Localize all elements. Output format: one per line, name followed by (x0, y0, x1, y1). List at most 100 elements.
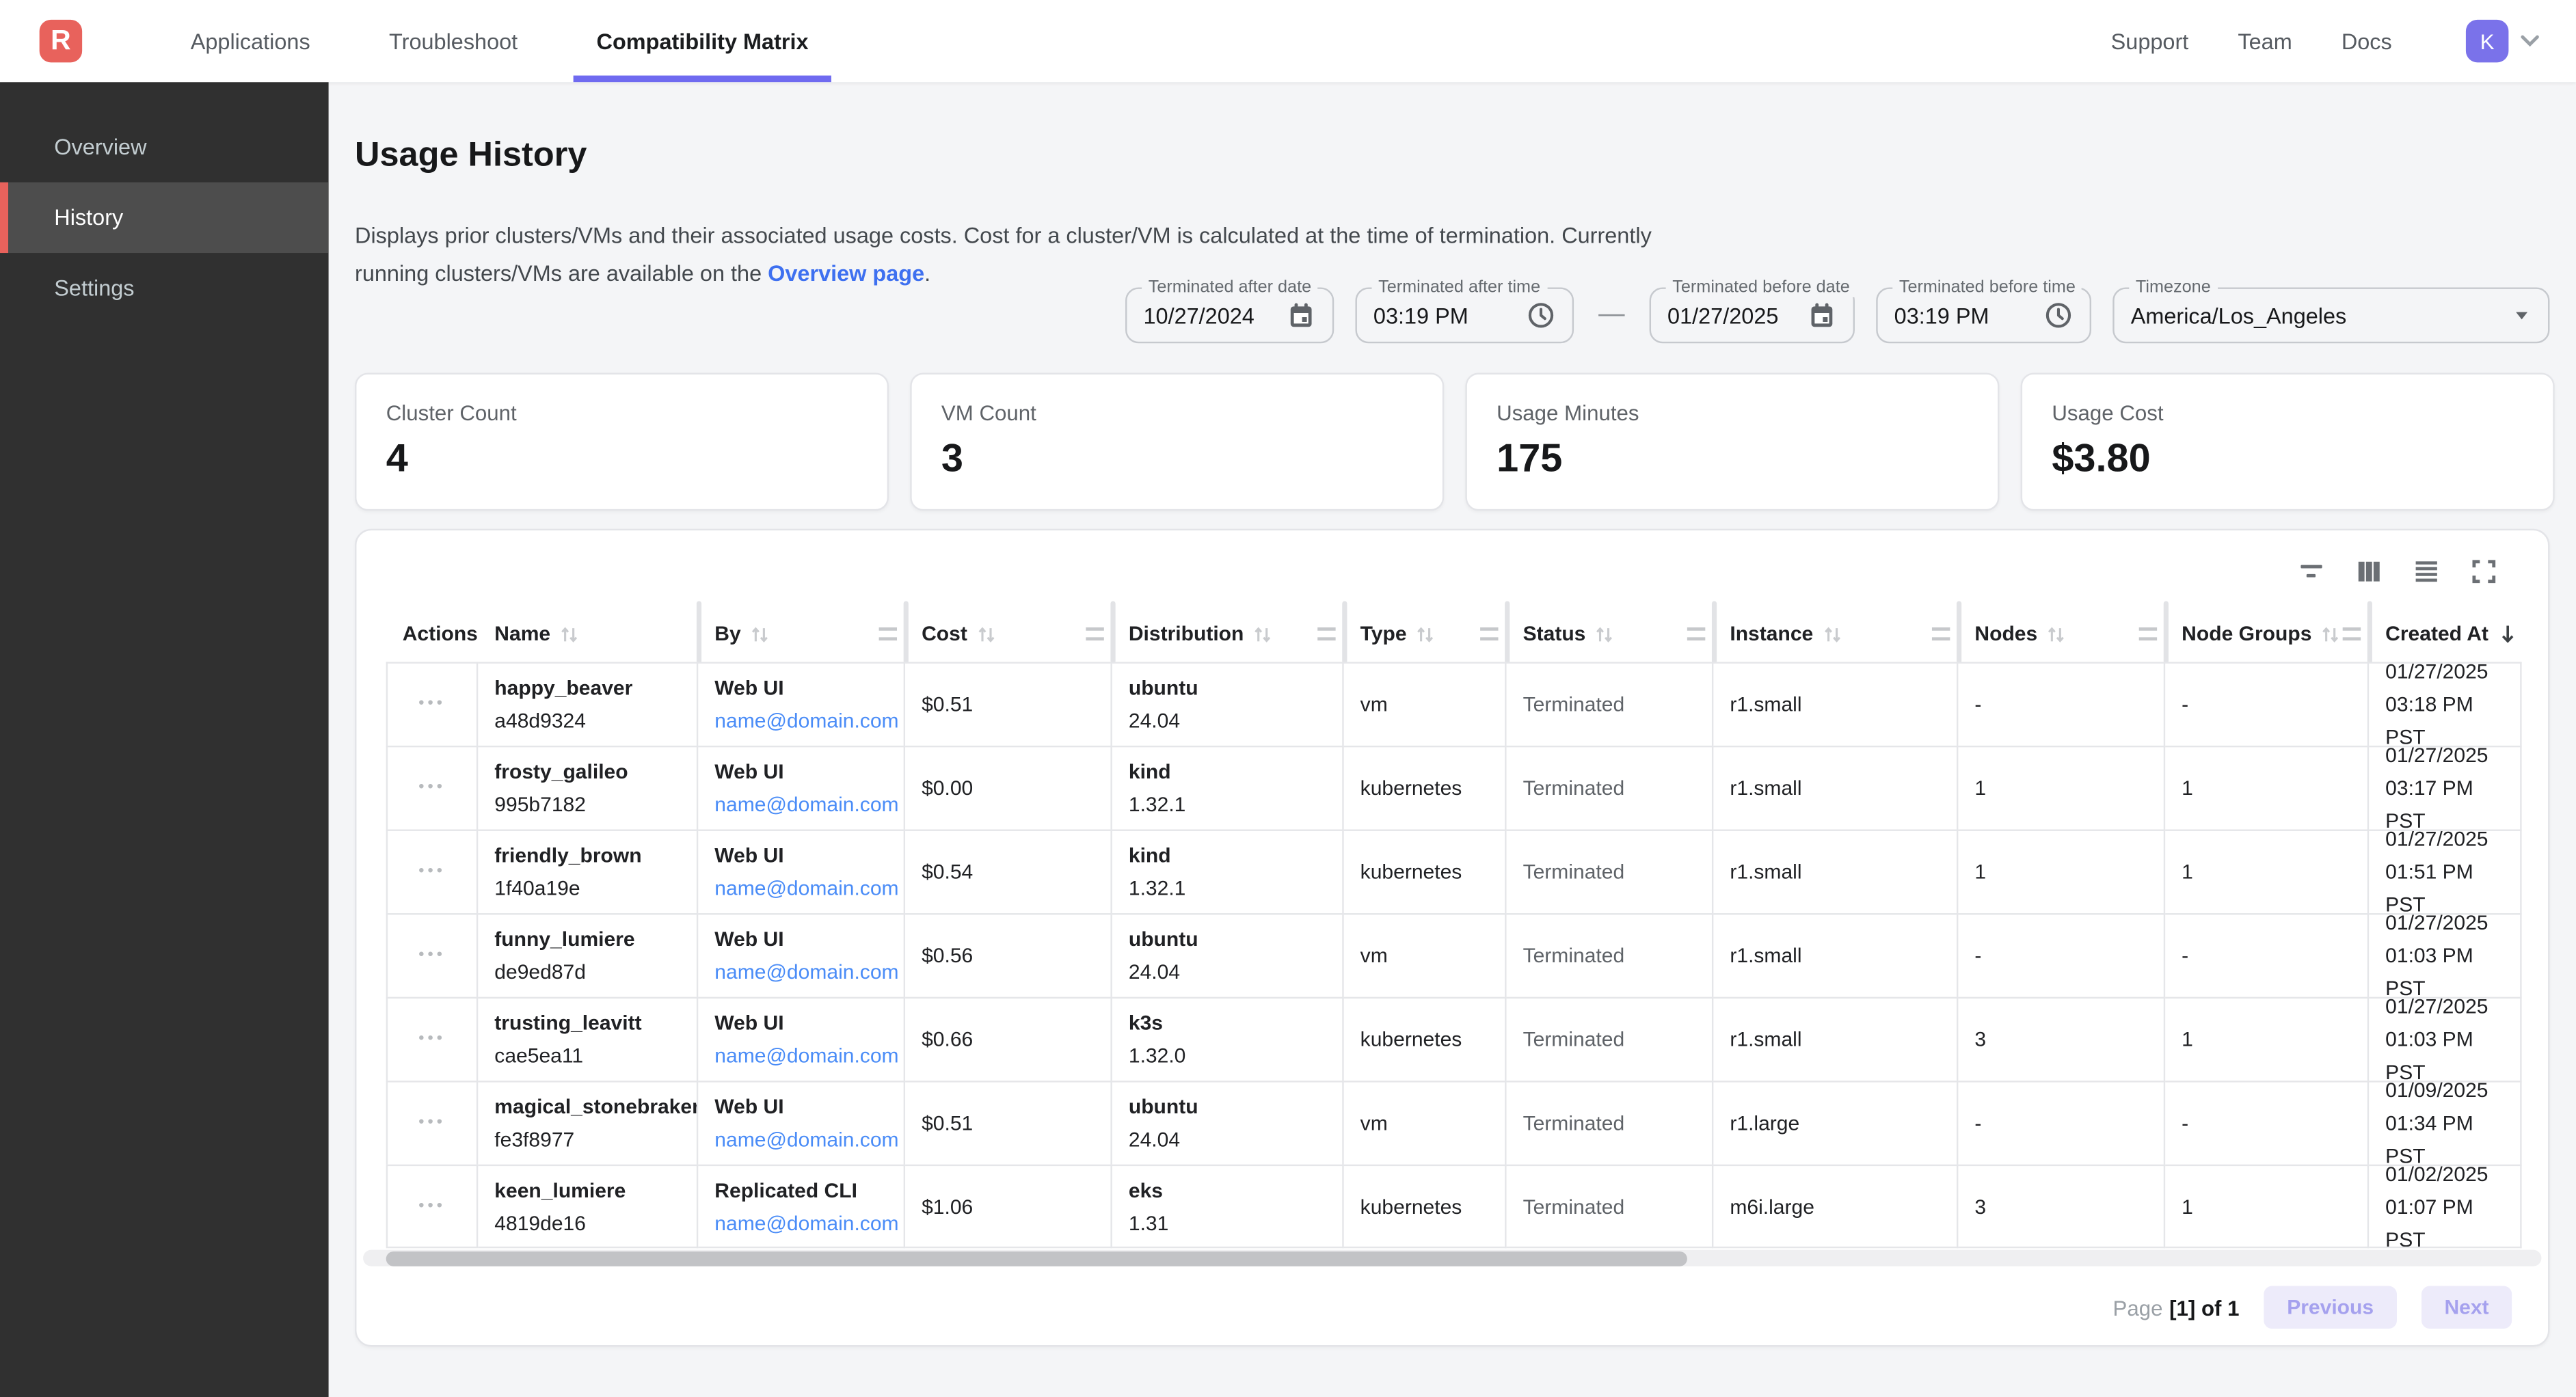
cell-status: Terminated (1507, 913, 1714, 997)
next-page-button[interactable]: Next (2421, 1286, 2512, 1329)
account-menu[interactable]: K (2466, 20, 2540, 62)
cell-text: magical_stonebraker (494, 1091, 690, 1124)
replicated-logo[interactable]: R (40, 20, 82, 62)
scrollbar-thumb[interactable] (386, 1251, 1687, 1266)
cell-created-at: 01/27/202503:17 PM PST (2369, 746, 2521, 830)
column-label: Created At (2385, 623, 2488, 646)
top-link-team[interactable]: Team (2213, 29, 2316, 53)
density-icon (2412, 557, 2441, 586)
stat-card-usage-minutes: Usage Minutes175 (1465, 372, 1999, 511)
row-actions-menu[interactable]: ••• (418, 940, 446, 973)
column-header-by[interactable]: By (698, 606, 905, 662)
page-title: Usage History (355, 136, 587, 176)
column-resize-handle[interactable] (1317, 627, 1335, 640)
column-header-cost[interactable]: Cost (905, 606, 1112, 662)
column-resize-handle[interactable] (879, 627, 897, 640)
terminated-after-time-field[interactable]: Terminated after time03:19 PM (1355, 288, 1574, 344)
cell-text: ubuntu (1129, 923, 1336, 955)
column-header-actions: Actions (386, 606, 479, 662)
cell-text: $0.54 (922, 856, 1104, 889)
cell-name: trusting_leavittcae5ea11 (478, 997, 698, 1081)
cell-text: eks (1129, 1174, 1336, 1206)
column-resize-handle[interactable] (1687, 627, 1705, 640)
filter-button[interactable] (2296, 557, 2326, 586)
email-link[interactable]: name@domain.com (714, 705, 897, 737)
column-header-type[interactable]: Type (1344, 606, 1507, 662)
column-header-node-groups[interactable]: Node Groups (2165, 606, 2369, 662)
cell-text: Web UI (714, 1091, 897, 1124)
cell-distribution: ubuntu24.04 (1112, 1081, 1344, 1165)
cell-name: happy_beavera48d9324 (478, 662, 698, 746)
cell-text: vm (1360, 688, 1499, 721)
tab-troubleshoot[interactable]: Troubleshoot (349, 0, 557, 82)
email-link[interactable]: name@domain.com (714, 1206, 897, 1239)
sort-icon (1594, 623, 1615, 645)
timezone-field[interactable]: TimezoneAmerica/Los_Angeles (2112, 288, 2549, 344)
sidebar-item-history[interactable]: History (0, 182, 329, 253)
cell-text: - (2182, 688, 2361, 721)
cell-distribution: kind1.32.1 (1112, 830, 1344, 914)
row-actions-menu[interactable]: ••• (418, 688, 446, 721)
cell-node-groups: 1 (2165, 1165, 2369, 1249)
cell-by: Web UIname@domain.com (698, 1081, 905, 1165)
column-header-distribution[interactable]: Distribution (1112, 606, 1344, 662)
email-link[interactable]: name@domain.com (714, 788, 897, 821)
fullscreen-button[interactable] (2469, 557, 2499, 586)
email-link[interactable]: name@domain.com (714, 1040, 897, 1072)
cell-created-at: 01/27/202503:18 PM PST (2369, 662, 2521, 746)
row-actions-menu[interactable]: ••• (418, 772, 446, 804)
cell-created-at: 01/09/202501:34 PM PST (2369, 1081, 2521, 1165)
email-link[interactable]: name@domain.com (714, 872, 897, 905)
top-link-support[interactable]: Support (2087, 29, 2214, 53)
cell-distribution: kind1.32.1 (1112, 746, 1344, 830)
cell-node-groups: 1 (2165, 997, 2369, 1081)
row-actions-menu[interactable]: ••• (418, 1023, 446, 1056)
column-header-status[interactable]: Status (1507, 606, 1714, 662)
cell-name: funny_lumierede9ed87d (478, 913, 698, 997)
overview-page-link[interactable]: Overview page (768, 260, 924, 285)
terminated-before-date-field[interactable]: Terminated before date01/27/2025 (1650, 288, 1855, 344)
top-link-docs[interactable]: Docs (2317, 29, 2417, 53)
cell-text: 01:03 PM PST (2385, 1023, 2513, 1081)
column-resize-handle[interactable] (1086, 627, 1103, 640)
sidebar: OverviewHistorySettings (0, 82, 329, 1397)
email-link[interactable]: name@domain.com (714, 1124, 897, 1156)
cell-text: $0.56 (922, 940, 1104, 973)
cell-node-groups: 1 (2165, 830, 2369, 914)
row-actions-menu[interactable]: ••• (418, 856, 446, 889)
cell-text: $1.06 (922, 1190, 1104, 1223)
description-text: Displays prior clusters/VMs and their as… (355, 223, 1652, 285)
column-header-instance[interactable]: Instance (1713, 606, 1958, 662)
columns-button[interactable] (2354, 557, 2383, 586)
column-resize-handle[interactable] (1480, 627, 1498, 640)
column-resize-handle[interactable] (2139, 627, 2157, 640)
column-header-name[interactable]: Name (478, 606, 698, 662)
cell-text: keen_lumiere (494, 1174, 690, 1206)
cell-text: 1f40a19e (494, 872, 690, 905)
terminated-before-time-field[interactable]: Terminated before time03:19 PM (1876, 288, 2091, 344)
column-header-created-at[interactable]: Created At (2369, 606, 2521, 662)
tab-applications[interactable]: Applications (151, 0, 349, 82)
row-actions-menu[interactable]: ••• (418, 1107, 446, 1140)
page-number: [1] of 1 (2169, 1295, 2239, 1320)
avatar[interactable]: K (2466, 20, 2508, 62)
sidebar-item-overview[interactable]: Overview (0, 111, 329, 182)
column-label: Instance (1730, 623, 1813, 646)
cell-by: Web UIname@domain.com (698, 662, 905, 746)
row-actions-menu[interactable]: ••• (418, 1190, 446, 1223)
column-header-nodes[interactable]: Nodes (1958, 606, 2165, 662)
cell-text: k3s (1129, 1007, 1336, 1040)
terminated-after-date-field[interactable]: Terminated after date10/27/2024 (1125, 288, 1334, 344)
sidebar-item-settings[interactable]: Settings (0, 253, 329, 323)
columns-icon (2354, 557, 2383, 586)
cell-text: ubuntu (1129, 1091, 1336, 1124)
previous-page-button[interactable]: Previous (2264, 1286, 2397, 1329)
cell-created-at: 01/27/202501:03 PM PST (2369, 913, 2521, 997)
tab-compatibility-matrix[interactable]: Compatibility Matrix (557, 0, 848, 82)
column-resize-handle[interactable] (1932, 627, 1950, 640)
cell-cost: $0.00 (905, 746, 1112, 830)
email-link[interactable]: name@domain.com (714, 956, 897, 989)
column-label: Nodes (1974, 623, 2037, 646)
column-resize-handle[interactable] (2343, 627, 2361, 640)
density-button[interactable] (2412, 557, 2441, 586)
